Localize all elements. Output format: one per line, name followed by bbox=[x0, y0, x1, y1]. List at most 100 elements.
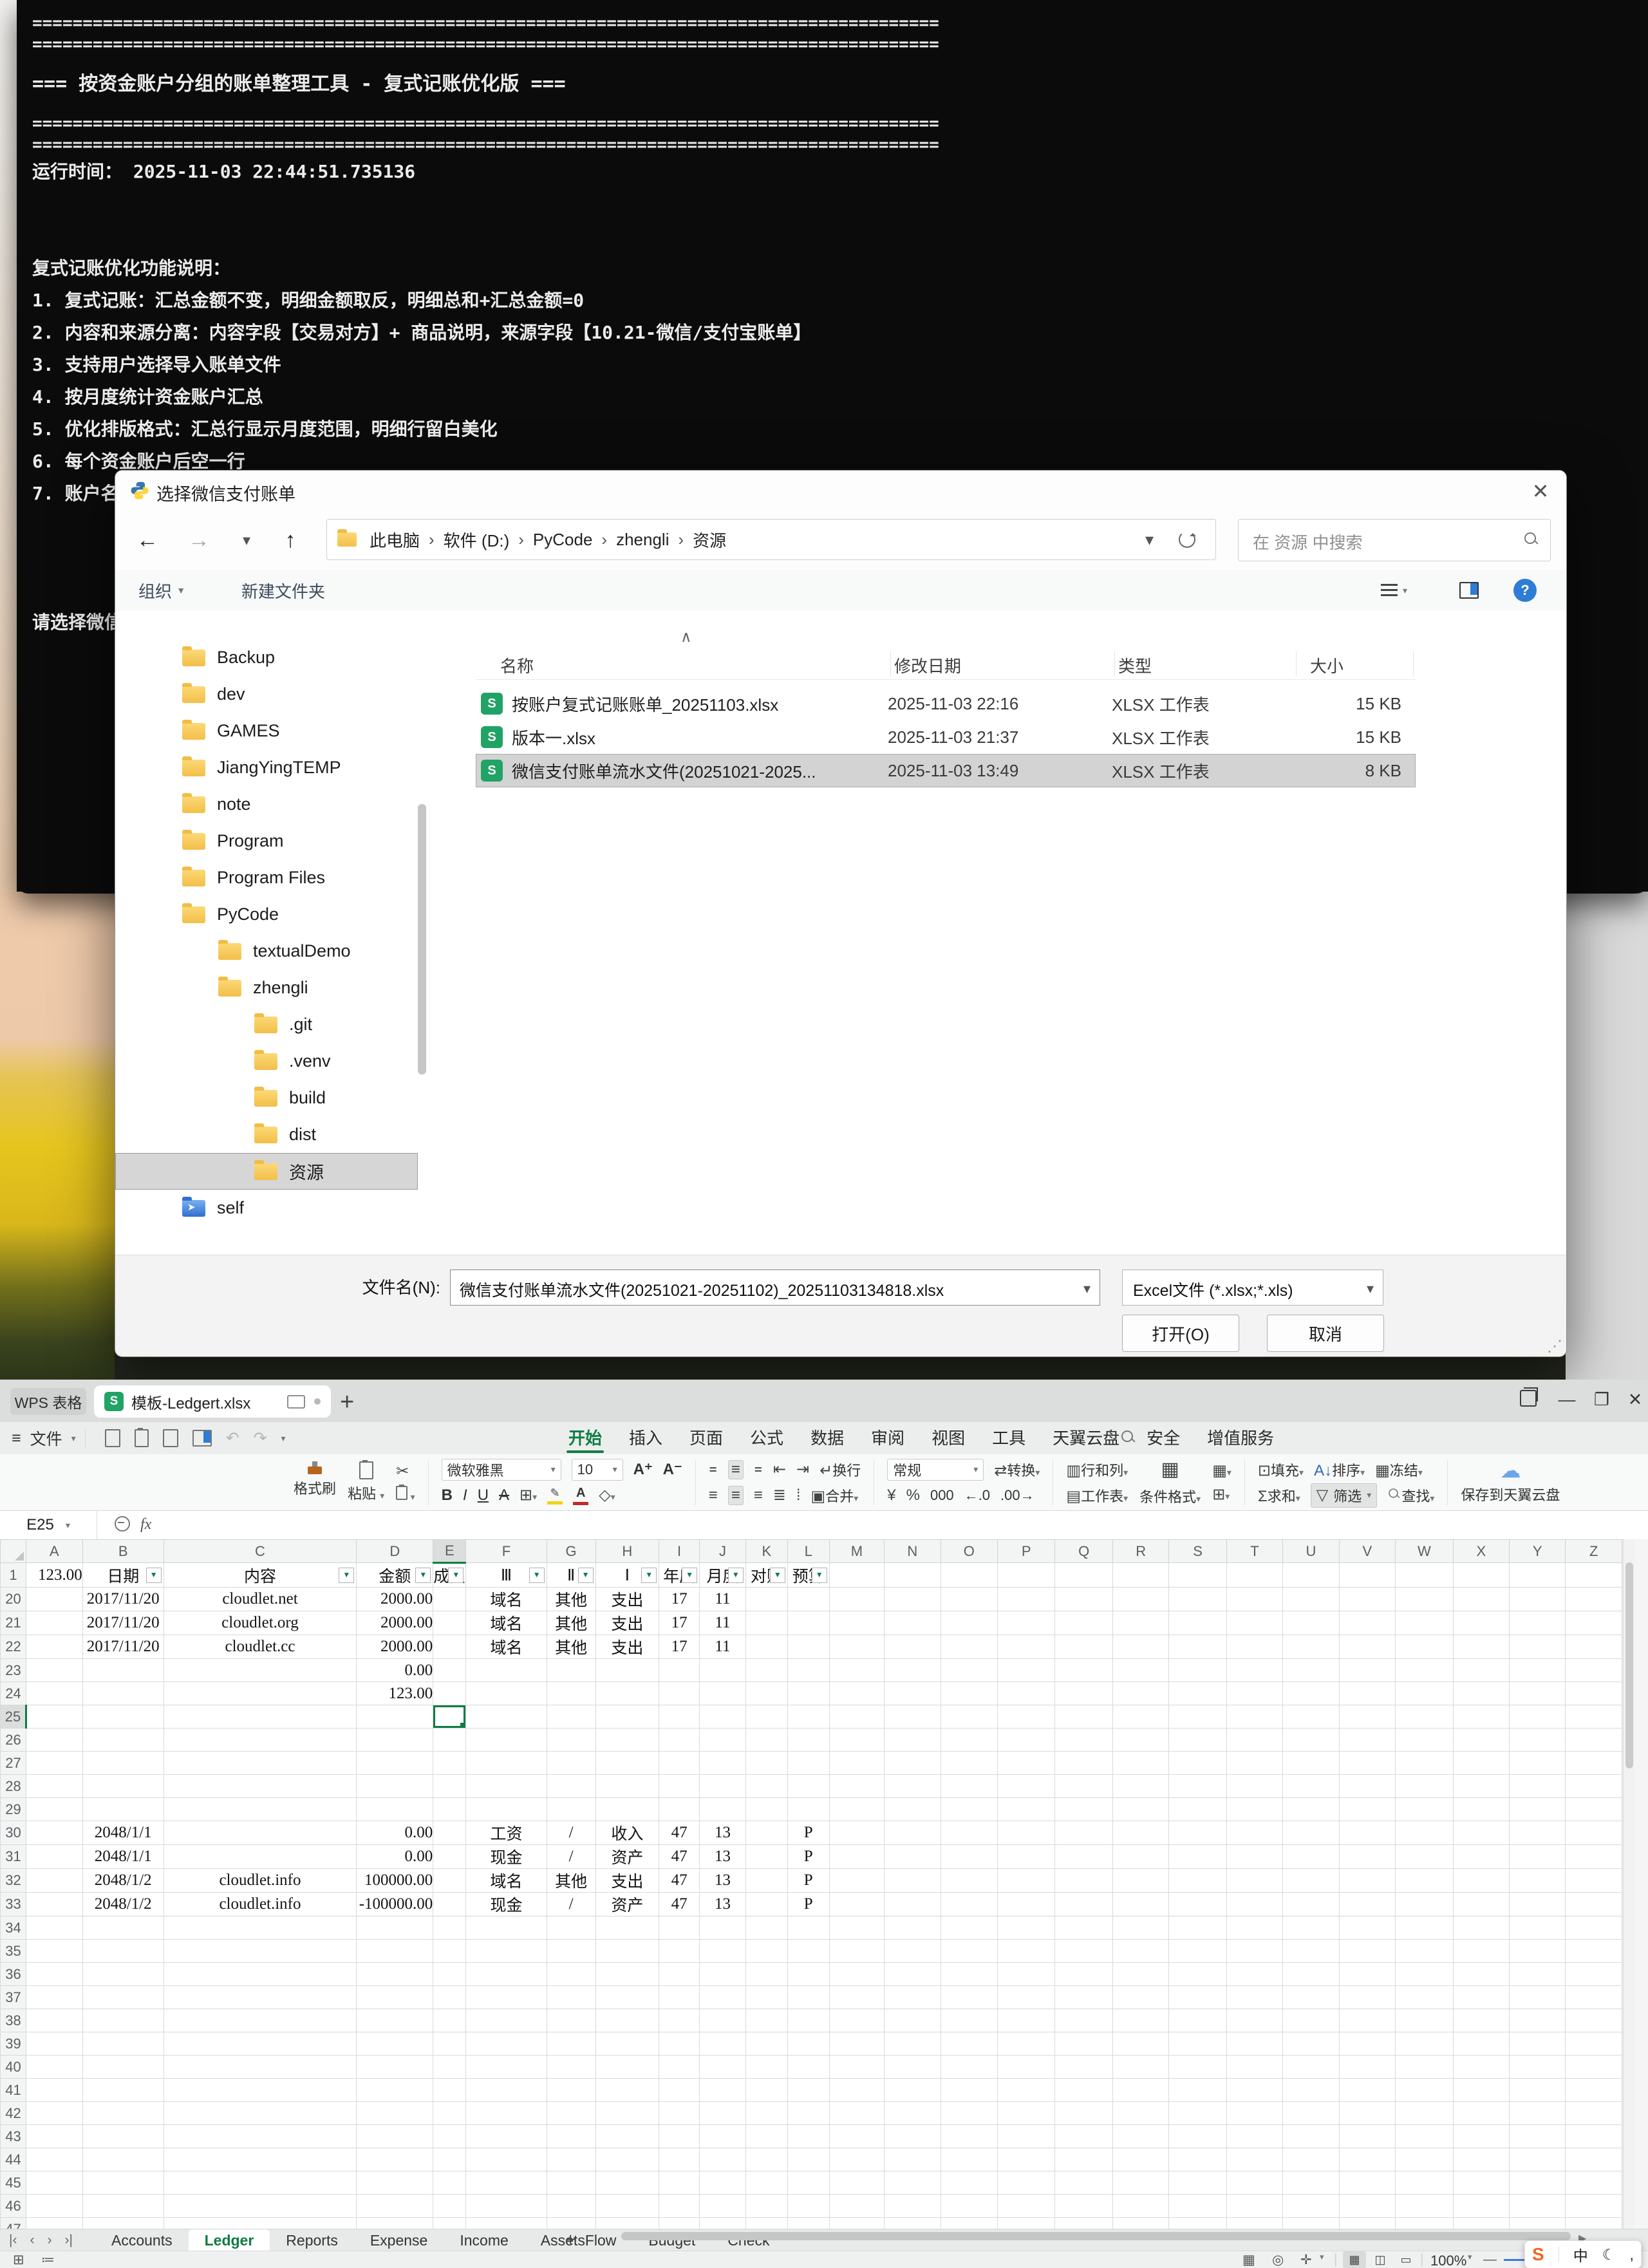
cell-J30[interactable]: 13 bbox=[700, 1821, 746, 1845]
menu-tab[interactable]: 审阅 bbox=[857, 1422, 918, 1454]
cell-Y42[interactable] bbox=[1510, 2102, 1566, 2125]
cell-Y45[interactable] bbox=[1510, 2171, 1566, 2195]
cell-L28[interactable] bbox=[787, 1775, 829, 1798]
strikethrough-button[interactable]: A bbox=[499, 1486, 509, 1504]
cell-K39[interactable] bbox=[745, 2032, 787, 2056]
cell-M22[interactable] bbox=[829, 1635, 884, 1659]
cell-G44[interactable] bbox=[547, 2148, 595, 2171]
cell-E45[interactable] bbox=[433, 2171, 466, 2195]
cell-A23[interactable] bbox=[26, 1659, 82, 1682]
cell-N43[interactable] bbox=[885, 2125, 941, 2148]
cell-A26[interactable] bbox=[26, 1729, 82, 1752]
cell-W43[interactable] bbox=[1396, 2125, 1453, 2148]
table-style-icon[interactable]: ▦ bbox=[1161, 1458, 1179, 1481]
cell-M44[interactable] bbox=[829, 2148, 884, 2171]
cell-T38[interactable] bbox=[1226, 2009, 1282, 2032]
cell-B26[interactable] bbox=[82, 1729, 164, 1752]
cell-style-button[interactable]: ▦▾ bbox=[1212, 1461, 1231, 1480]
cell-I31[interactable]: 47 bbox=[659, 1845, 700, 1869]
cell-P44[interactable] bbox=[998, 2148, 1055, 2171]
cell-O37[interactable] bbox=[941, 1986, 997, 2009]
cell-F30[interactable]: 工资 bbox=[466, 1821, 547, 1845]
cell-N38[interactable] bbox=[885, 2009, 941, 2032]
cell-Q22[interactable] bbox=[1055, 1635, 1112, 1659]
cell-N29[interactable] bbox=[885, 1798, 941, 1821]
cell-H44[interactable] bbox=[595, 2148, 659, 2171]
cell-X27[interactable] bbox=[1453, 1752, 1509, 1775]
cell-U22[interactable] bbox=[1283, 1635, 1339, 1659]
row-header-21[interactable]: 21 bbox=[1, 1611, 26, 1635]
cell-S41[interactable] bbox=[1169, 2079, 1226, 2102]
cell-J31[interactable]: 13 bbox=[700, 1845, 746, 1869]
align-left-icon[interactable]: ≡ bbox=[709, 1486, 718, 1504]
forward-icon[interactable]: → bbox=[182, 523, 216, 557]
cell-M38[interactable] bbox=[829, 2009, 884, 2032]
cell-P27[interactable] bbox=[998, 1752, 1055, 1775]
cell-L24[interactable] bbox=[787, 1682, 829, 1705]
cell-K47[interactable] bbox=[745, 2218, 787, 2229]
cell-E39[interactable] bbox=[433, 2032, 466, 2056]
cell-C22[interactable]: cloudlet.cc bbox=[164, 1635, 357, 1659]
cell-H47[interactable] bbox=[595, 2218, 659, 2229]
file-row[interactable]: S 微信支付账单流水文件(20251021-2025... 2025-11-03… bbox=[476, 754, 1416, 787]
cell-Q39[interactable] bbox=[1055, 2032, 1112, 2056]
cell-V25[interactable] bbox=[1339, 1705, 1395, 1729]
sort-button[interactable]: A↓排序▾ bbox=[1314, 1459, 1365, 1480]
justify-icon[interactable]: ≣ bbox=[773, 1486, 786, 1504]
cell-C23[interactable] bbox=[164, 1659, 357, 1682]
cell-R27[interactable] bbox=[1112, 1752, 1168, 1775]
filename-input[interactable]: 微信支付账单流水文件(20251021-20251102)_2025110313… bbox=[450, 1270, 1100, 1306]
document-tab[interactable]: S 模板-Ledgert.xlsx bbox=[94, 1385, 331, 1418]
zoom-level[interactable]: 100% bbox=[1430, 2253, 1466, 2268]
cell-Q32[interactable] bbox=[1055, 1869, 1112, 1893]
cell-Y1[interactable] bbox=[1510, 1563, 1566, 1588]
cell-U44[interactable] bbox=[1283, 2148, 1339, 2171]
cell-O21[interactable] bbox=[941, 1611, 997, 1635]
cell-Y34[interactable] bbox=[1510, 1917, 1566, 1940]
cell-N46[interactable] bbox=[885, 2195, 941, 2218]
cell-J34[interactable] bbox=[700, 1917, 746, 1940]
save-icon[interactable] bbox=[105, 1429, 120, 1447]
tree-item[interactable]: zhengli bbox=[115, 970, 418, 1006]
cell-T35[interactable] bbox=[1226, 1940, 1282, 1963]
column-header-O[interactable]: O bbox=[941, 1540, 997, 1563]
tree-item[interactable]: build bbox=[115, 1080, 418, 1116]
column-header-H[interactable]: H bbox=[595, 1540, 659, 1563]
cell-O31[interactable] bbox=[941, 1845, 997, 1869]
cell-P30[interactable] bbox=[998, 1821, 1055, 1845]
cell-R47[interactable] bbox=[1112, 2218, 1168, 2229]
row-header-30[interactable]: 30 bbox=[1, 1821, 26, 1845]
new-folder-button[interactable]: 新建文件夹 bbox=[241, 570, 325, 611]
cell-C41[interactable] bbox=[164, 2079, 357, 2102]
cell-W34[interactable] bbox=[1396, 1917, 1453, 1940]
column-header-Q[interactable]: Q bbox=[1055, 1540, 1112, 1563]
cell-U40[interactable] bbox=[1283, 2056, 1339, 2079]
tree-item[interactable]: Program bbox=[115, 823, 418, 859]
print-preview-icon[interactable] bbox=[192, 1430, 212, 1447]
cell-O47[interactable] bbox=[941, 2218, 997, 2229]
column-header-R[interactable]: R bbox=[1112, 1540, 1168, 1563]
cell-Z31[interactable] bbox=[1566, 1845, 1622, 1869]
cell-Q47[interactable] bbox=[1055, 2218, 1112, 2229]
cell-E40[interactable] bbox=[433, 2056, 466, 2079]
cell-J32[interactable]: 13 bbox=[700, 1869, 746, 1893]
cell-L33[interactable]: P bbox=[787, 1893, 829, 1917]
cell-E28[interactable] bbox=[433, 1775, 466, 1798]
cell-K42[interactable] bbox=[745, 2102, 787, 2125]
cell-E25[interactable] bbox=[433, 1705, 466, 1729]
cell-R21[interactable] bbox=[1112, 1611, 1168, 1635]
cell-I41[interactable] bbox=[659, 2079, 700, 2102]
cell-I35[interactable] bbox=[659, 1940, 700, 1963]
cell-I43[interactable] bbox=[659, 2125, 700, 2148]
cell-N33[interactable] bbox=[885, 1893, 941, 1917]
decrease-indent-icon[interactable]: ⇤ bbox=[773, 1460, 786, 1479]
add-sheet-button[interactable]: + bbox=[555, 2229, 586, 2250]
cell-X31[interactable] bbox=[1453, 1845, 1509, 1869]
sheet-tab[interactable]: Expense bbox=[354, 2229, 444, 2251]
cell-H29[interactable] bbox=[595, 1798, 659, 1821]
cell-N31[interactable] bbox=[885, 1845, 941, 1869]
cell-V30[interactable] bbox=[1339, 1821, 1395, 1845]
cell-Q38[interactable] bbox=[1055, 2009, 1112, 2032]
cell-N23[interactable] bbox=[885, 1659, 941, 1682]
cell-T1[interactable] bbox=[1226, 1563, 1282, 1588]
